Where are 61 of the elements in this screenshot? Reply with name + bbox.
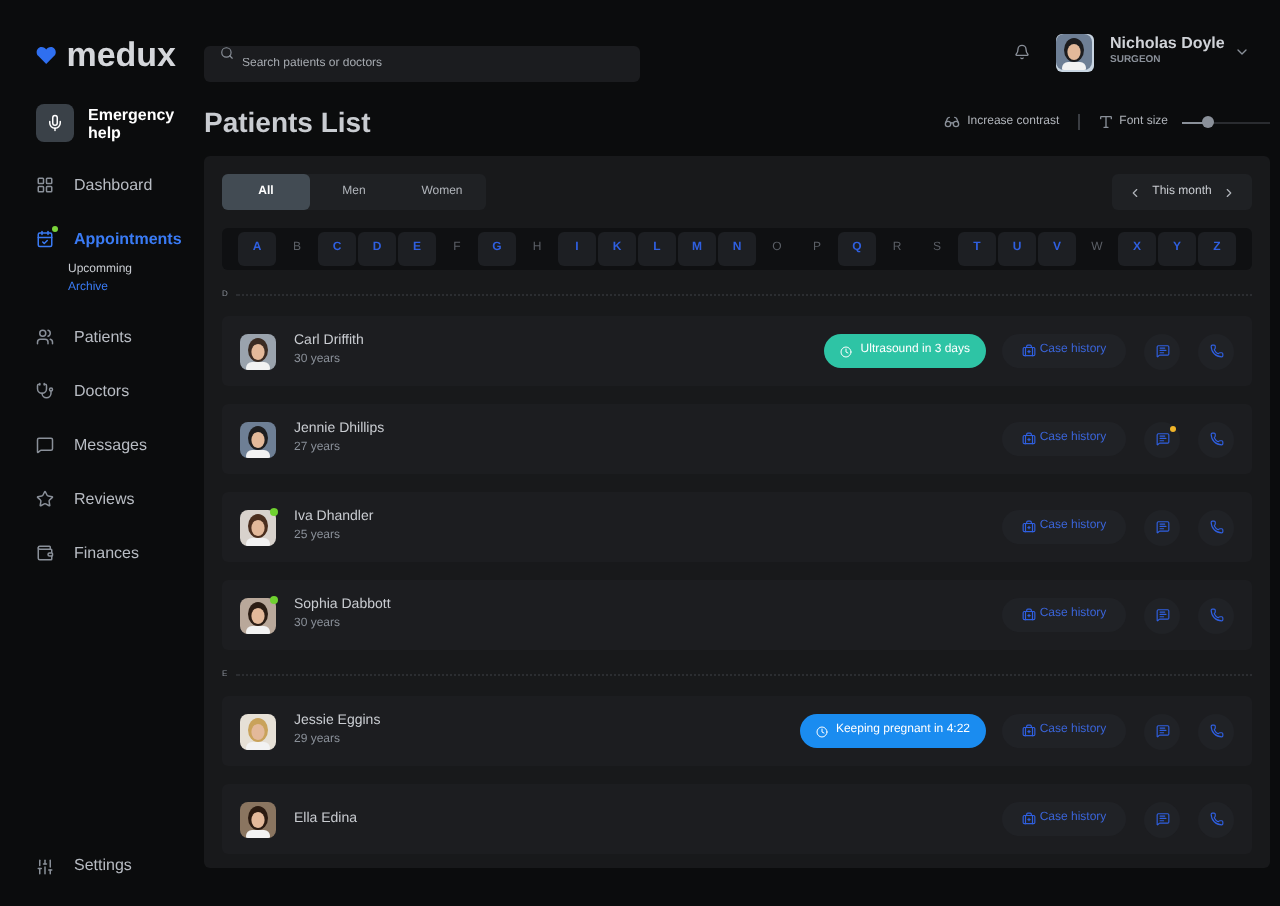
call-button[interactable] [1198,421,1234,457]
bell-icon[interactable] [1014,44,1030,60]
message-button[interactable] [1144,509,1180,545]
nav-link[interactable]: Settings [74,854,132,878]
call-button[interactable] [1198,509,1234,545]
medical-case-icon [1021,520,1036,534]
page-title: Patients List [204,103,371,141]
call-button[interactable] [1198,713,1234,749]
clock-icon [840,345,853,357]
font-size-slider[interactable] [1182,116,1270,128]
message-button[interactable] [1144,421,1180,457]
message-button[interactable] [1144,333,1180,369]
clock-icon [815,725,828,737]
phone-icon [1209,724,1223,738]
search-icon [220,46,234,60]
grid-icon [36,176,54,194]
message-icon [1155,432,1169,446]
users-icon [36,328,54,346]
nav-link[interactable]: Patients [74,325,132,349]
settings-icon [36,857,54,875]
nav-link[interactable]: Doctors [74,379,130,403]
nav-link[interactable]: Dashboard [74,173,153,197]
microphone-icon [36,104,74,142]
phone-icon [1209,520,1223,534]
call-button[interactable] [1198,801,1234,837]
stethoscope-icon [36,382,54,400]
nav-link[interactable]: Reviews [74,487,135,511]
call-button[interactable] [1198,333,1234,369]
dropdown-icon[interactable] [1234,44,1250,60]
message-icon [1155,520,1169,534]
message-icon [1155,608,1169,622]
previous-icon[interactable] [1128,185,1143,199]
logo-text: medux [66,37,176,71]
slider-thumb[interactable] [1202,116,1215,128]
font-size-icon [1097,114,1114,130]
nav-link[interactable]: Messages [74,433,147,457]
star-icon [36,490,54,508]
phone-icon [1209,608,1223,622]
call-button[interactable] [1198,597,1234,633]
user-name: Nicholas Doyle [1110,34,1227,55]
medical-case-icon [1021,432,1036,446]
message-button[interactable] [1144,597,1180,633]
nav-link[interactable]: Finances [74,541,139,565]
medical-case-icon [1021,724,1036,738]
message-button[interactable] [1144,801,1180,837]
medical-case-icon [1021,608,1036,622]
medical-case-icon [1021,812,1036,826]
message-button[interactable] [1144,713,1180,749]
phone-icon [1209,432,1223,446]
emergency-button[interactable]: Emergency help [36,104,176,142]
medical-case-icon [1021,344,1036,358]
nav-link[interactable]: Appointments [74,227,182,251]
message-icon [1155,812,1169,826]
message-icon [1155,344,1169,358]
message-icon [36,436,54,454]
phone-icon [1209,344,1223,358]
message-icon [1155,724,1169,738]
phone-icon [1209,812,1223,826]
wallet-icon [36,544,54,562]
next-icon[interactable] [1221,185,1236,199]
glasses-icon [943,114,960,130]
